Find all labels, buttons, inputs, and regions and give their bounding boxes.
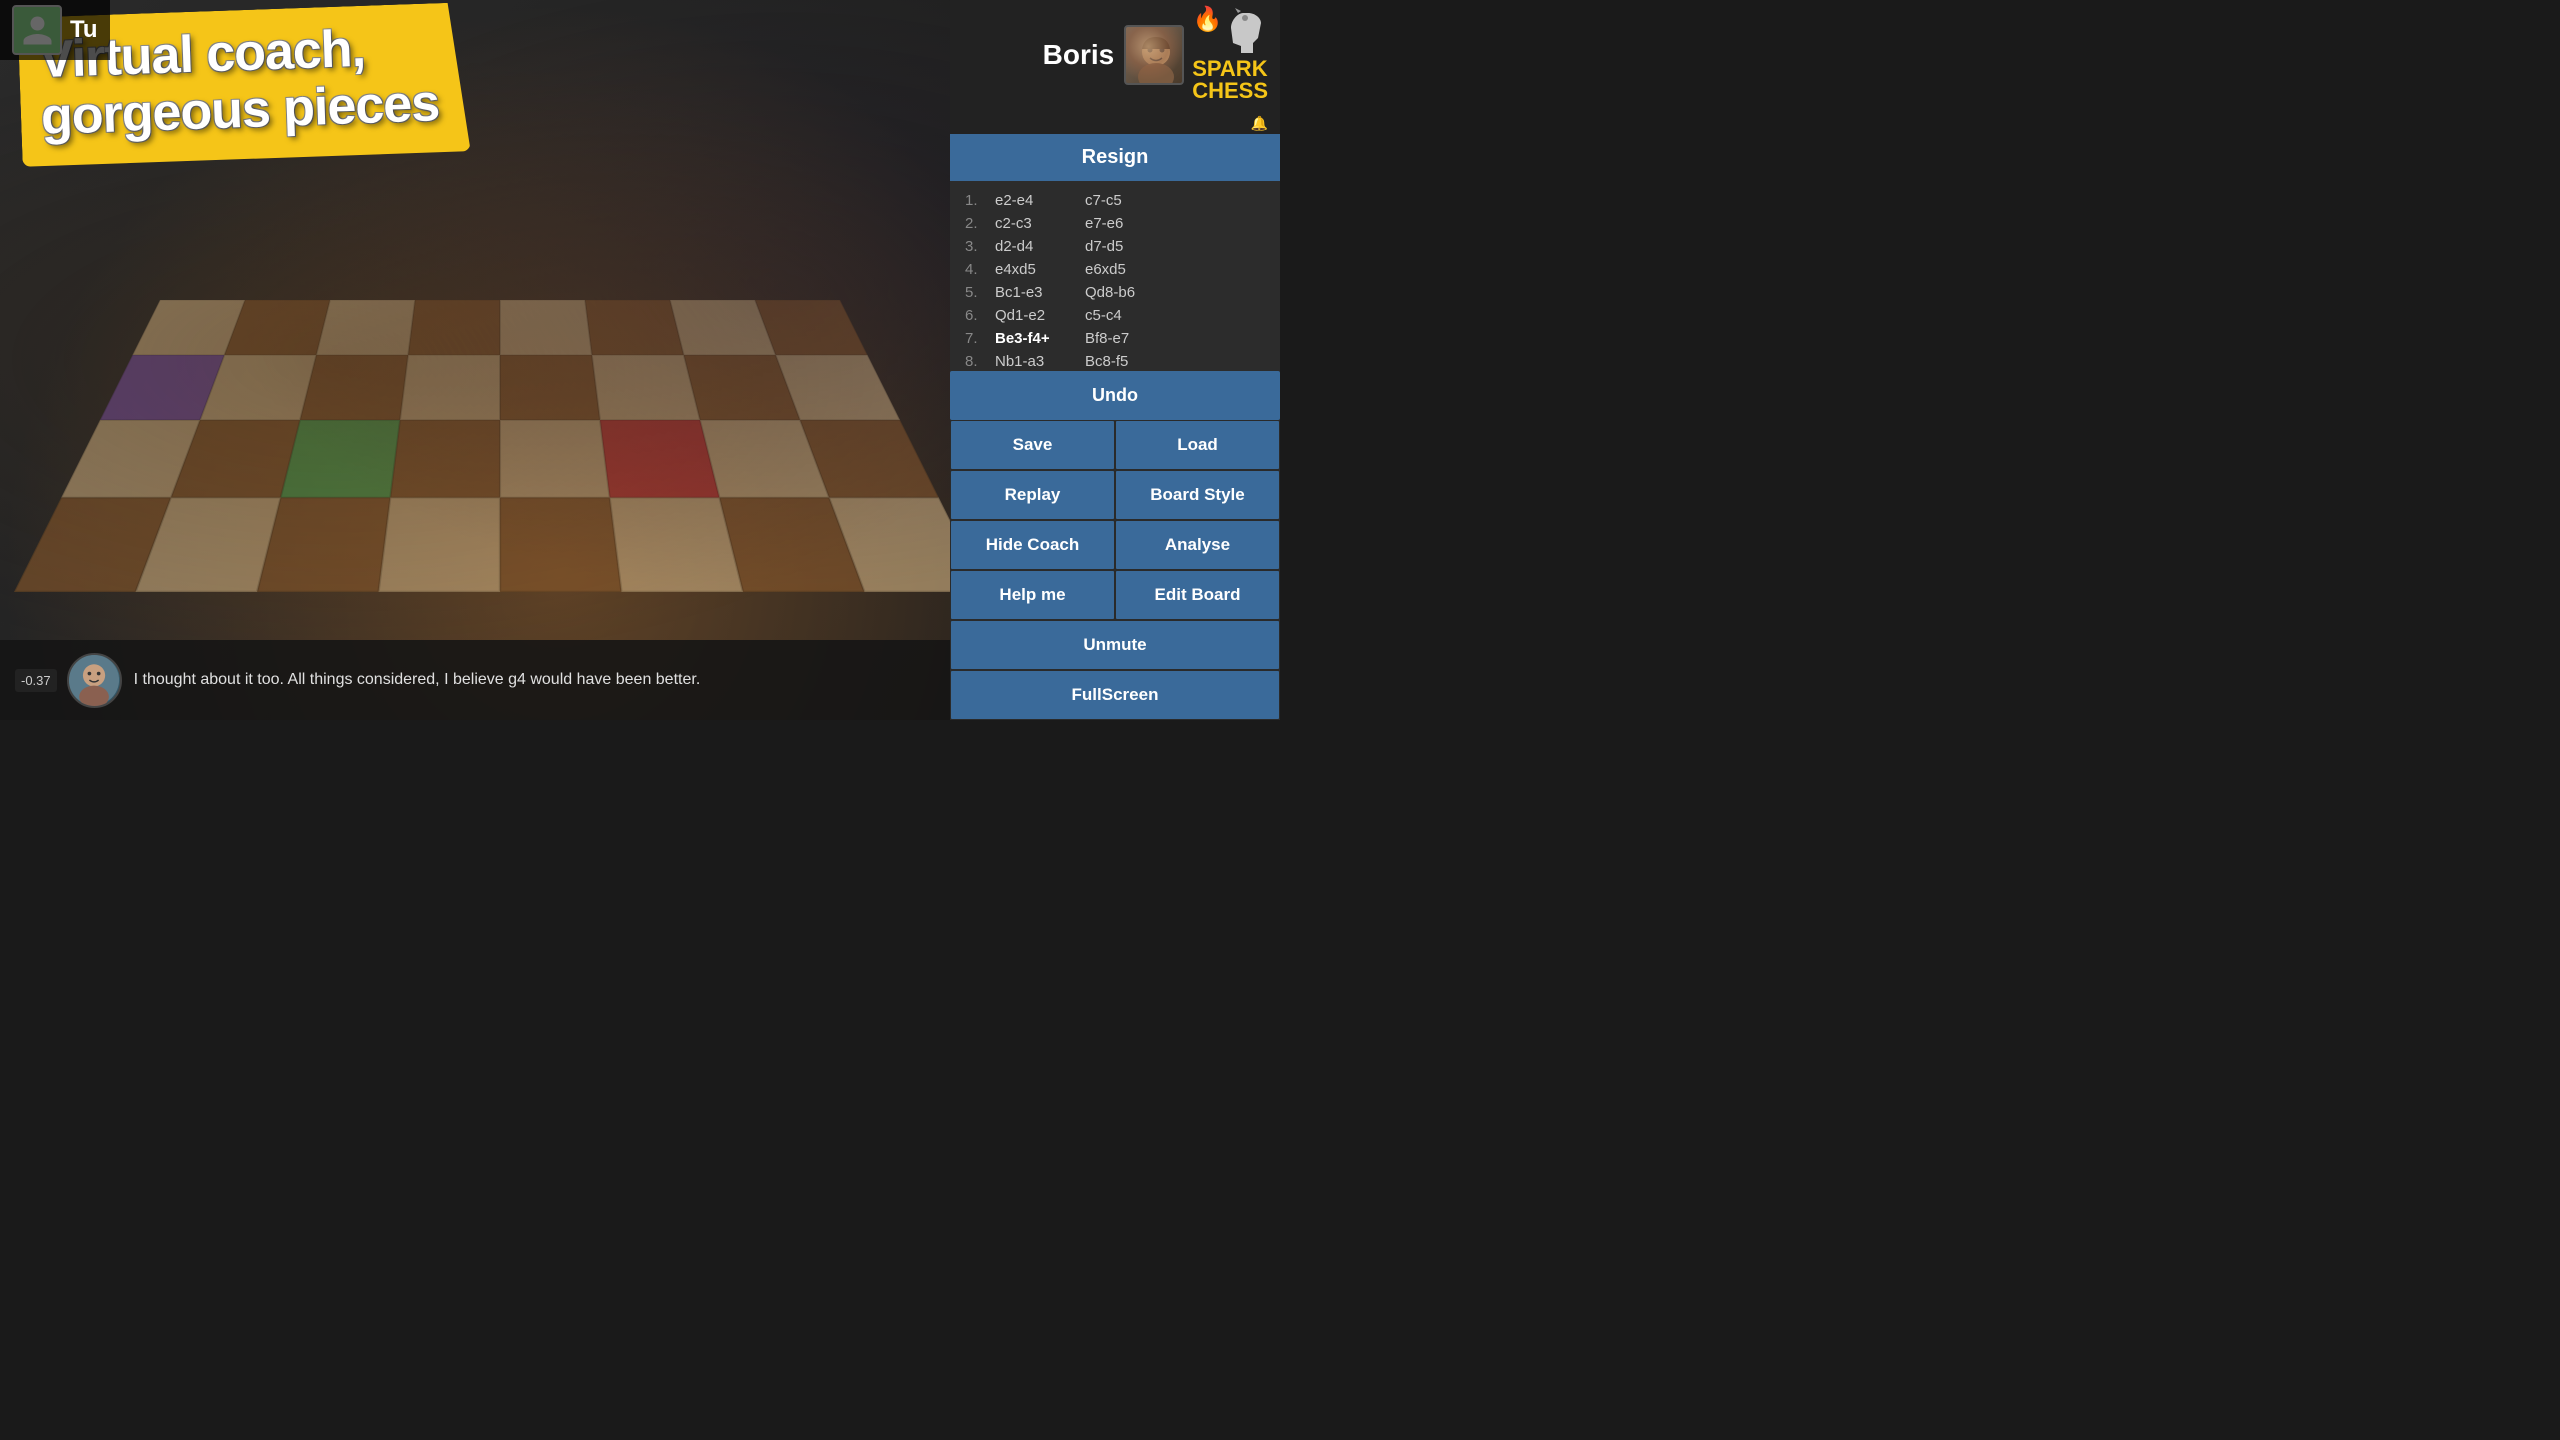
- bell-icon: 🔔: [1251, 115, 1268, 132]
- coach-avatar-image: [69, 653, 120, 708]
- move-white[interactable]: c2-c3: [995, 215, 1085, 232]
- opponent-avatar-image: [1126, 27, 1184, 85]
- move-white[interactable]: Bc1-e3: [995, 284, 1085, 301]
- notification-bar: 🔔: [950, 110, 1280, 134]
- move-white[interactable]: e4xd5: [995, 261, 1085, 278]
- move-black[interactable]: c5-c4: [1085, 307, 1175, 324]
- resign-button[interactable]: Resign: [950, 134, 1280, 181]
- move-number: 2.: [965, 215, 995, 232]
- move-row: 2.c2-c3e7-e6: [965, 212, 1265, 235]
- move-row: 1.e2-e4c7-c5: [965, 189, 1265, 212]
- hide-coach-button[interactable]: Hide Coach: [950, 520, 1115, 570]
- move-black[interactable]: Qd8-b6: [1085, 284, 1175, 301]
- move-black[interactable]: d7-d5: [1085, 238, 1175, 255]
- sparkchess-logo: 🔥 SPARKCHESS: [1192, 8, 1268, 102]
- move-row: 7.Be3-f4+Bf8-e7: [965, 327, 1265, 350]
- move-black[interactable]: Bf8-e7: [1085, 330, 1175, 347]
- replay-boardstyle-row: Replay Board Style: [950, 470, 1280, 520]
- help-editboard-row: Help me Edit Board: [950, 570, 1280, 620]
- coach-score: -0.37: [15, 669, 57, 692]
- move-black[interactable]: e6xd5: [1085, 261, 1175, 278]
- hide-coach-analyse-row: Hide Coach Analyse: [950, 520, 1280, 570]
- coach-avatar: [67, 653, 122, 708]
- move-number: 7.: [965, 330, 995, 347]
- board-style-button[interactable]: Board Style: [1115, 470, 1280, 520]
- move-black[interactable]: c7-c5: [1085, 192, 1175, 209]
- opponent-avatar: [1124, 25, 1184, 85]
- player-avatar-left: [12, 5, 62, 55]
- logo-text: SPARKCHESS: [1192, 58, 1268, 102]
- move-number: 4.: [965, 261, 995, 278]
- help-me-button[interactable]: Help me: [950, 570, 1115, 620]
- move-number: 3.: [965, 238, 995, 255]
- move-row: 6.Qd1-e2c5-c4: [965, 304, 1265, 327]
- unmute-button[interactable]: Unmute: [950, 620, 1280, 670]
- move-white[interactable]: Be3-f4+: [995, 330, 1085, 347]
- replay-button[interactable]: Replay: [950, 470, 1115, 520]
- save-load-row: Save Load: [950, 420, 1280, 470]
- coach-message: I thought about it too. All things consi…: [134, 671, 935, 689]
- undo-button[interactable]: Undo: [950, 371, 1280, 420]
- move-row: 3.d2-d4d7-d5: [965, 235, 1265, 258]
- player-name-left: Tu: [70, 16, 98, 44]
- load-button[interactable]: Load: [1115, 420, 1280, 470]
- move-black[interactable]: Bc8-f5: [1085, 353, 1175, 370]
- move-number: 1.: [965, 192, 995, 209]
- move-number: 5.: [965, 284, 995, 301]
- move-white[interactable]: Qd1-e2: [995, 307, 1085, 324]
- fullscreen-button[interactable]: FullScreen: [950, 670, 1280, 720]
- edit-board-button[interactable]: Edit Board: [1115, 570, 1280, 620]
- player-left: Tu: [0, 0, 110, 60]
- sidebar-top-player: Boris 🔥: [950, 0, 1280, 110]
- move-row: 8.Nb1-a3Bc8-f5: [965, 350, 1265, 371]
- move-black[interactable]: e7-e6: [1085, 215, 1175, 232]
- move-row: 5.Bc1-e3Qd8-b6: [965, 281, 1265, 304]
- analyse-button[interactable]: Analyse: [1115, 520, 1280, 570]
- move-white[interactable]: d2-d4: [995, 238, 1085, 255]
- sidebar: Boris 🔥: [950, 0, 1280, 720]
- move-white[interactable]: e2-e4: [995, 192, 1085, 209]
- horse-icon: [1223, 8, 1268, 58]
- player-icon-left: [20, 13, 55, 48]
- moves-list: 1.e2-e4c7-c52.c2-c3e7-e63.d2-d4d7-d54.e4…: [950, 181, 1280, 371]
- coach-area: -0.37 I thought about it too. All things…: [0, 640, 950, 720]
- save-button[interactable]: Save: [950, 420, 1115, 470]
- move-row: 4.e4xd5e6xd5: [965, 258, 1265, 281]
- opponent-name: Boris: [1043, 39, 1115, 71]
- move-white[interactable]: Nb1-a3: [995, 353, 1085, 370]
- bottom-buttons: Undo Save Load Replay Board Style Hide C…: [950, 371, 1280, 720]
- chess-board: [14, 300, 986, 592]
- move-number: 6.: [965, 307, 995, 324]
- move-number: 8.: [965, 353, 995, 370]
